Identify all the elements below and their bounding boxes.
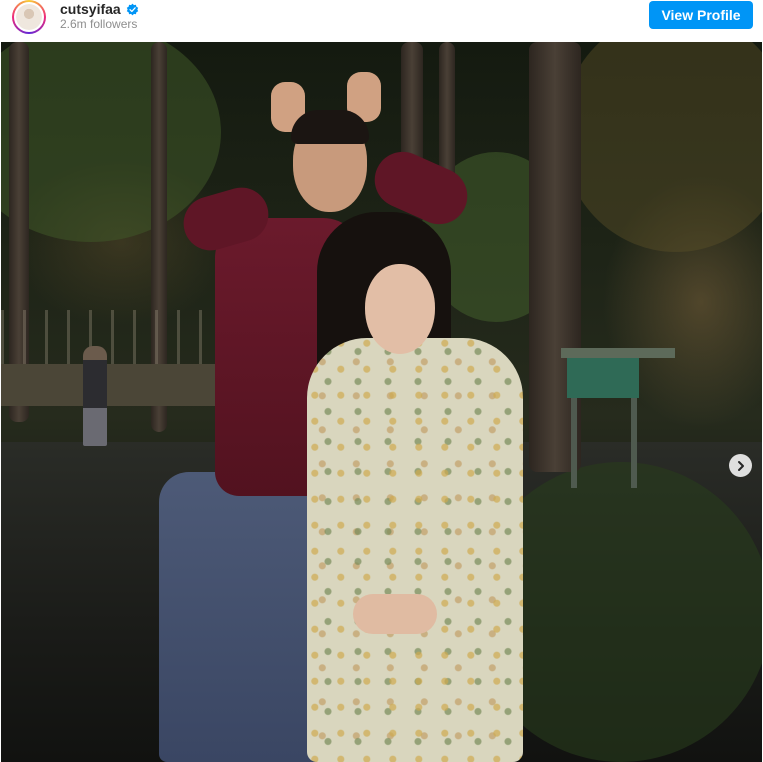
verified-badge-icon bbox=[126, 3, 138, 15]
username-row: cutsyifaa bbox=[60, 1, 139, 17]
follower-count: 2.6m followers bbox=[60, 17, 138, 31]
post-photo[interactable] bbox=[1, 42, 762, 762]
chevron-right-icon bbox=[737, 460, 744, 471]
profile-avatar[interactable] bbox=[12, 0, 46, 34]
avatar-image bbox=[14, 2, 44, 32]
carousel-next-button[interactable] bbox=[729, 454, 752, 477]
username[interactable]: cutsyifaa bbox=[60, 1, 121, 17]
post-header: cutsyifaa 2.6m followers View Profile bbox=[0, 0, 763, 42]
view-profile-button[interactable]: View Profile bbox=[649, 1, 753, 29]
background-person bbox=[83, 346, 107, 446]
man-figure bbox=[159, 472, 329, 762]
